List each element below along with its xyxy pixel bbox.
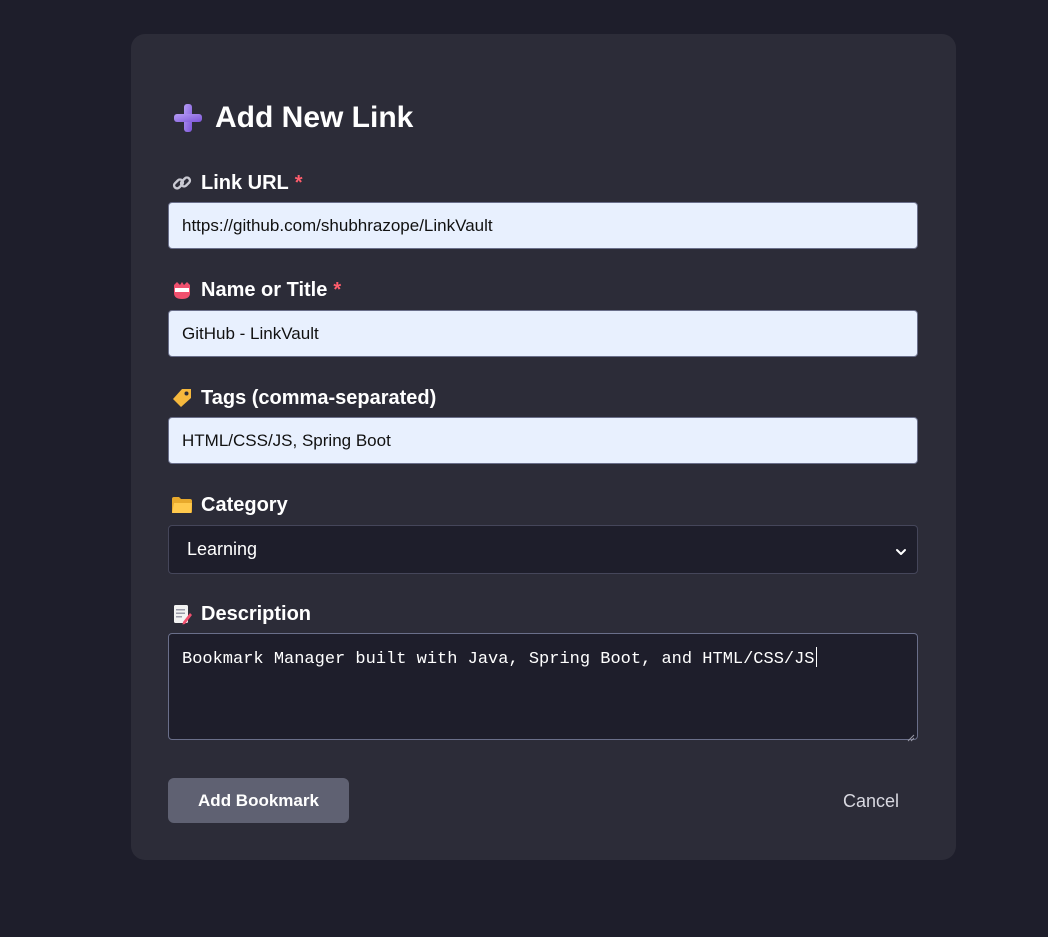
form-title: Add New Link: [171, 98, 413, 138]
description-textarea[interactable]: Bookmark Manager built with Java, Spring…: [168, 633, 918, 742]
description-label-text: Description: [201, 602, 312, 625]
tags-label-text: Tags (comma-separated): [201, 386, 437, 409]
category-label: Category: [171, 492, 288, 518]
required-marker: *: [333, 278, 342, 301]
tags-label: Tags (comma-separated): [171, 385, 436, 411]
tag-icon: [171, 387, 193, 409]
name-label: Name or Title *: [171, 277, 341, 303]
add-bookmark-button[interactable]: Add Bookmark: [168, 778, 349, 823]
tags-input-value: HTML/CSS/JS, Spring Boot: [182, 430, 391, 450]
url-input-value: https://github.com/shubhrazope/LinkVault: [182, 215, 493, 235]
category-selected-value: Learning: [187, 539, 258, 559]
text-caret: [815, 647, 817, 667]
folder-icon: [171, 494, 193, 516]
url-input[interactable]: https://github.com/shubhrazope/LinkVault: [168, 202, 918, 249]
form-title-text: Add New Link: [215, 101, 414, 134]
add-link-card: Add New Link Link URL * https://github.c…: [131, 34, 956, 860]
resize-grip-icon[interactable]: [907, 729, 915, 742]
name-input-value: GitHub - LinkVault: [182, 323, 319, 343]
category-label-text: Category: [201, 493, 288, 516]
url-label-text: Link URL: [201, 171, 289, 194]
category-select[interactable]: Learning: [168, 525, 918, 574]
tags-input[interactable]: HTML/CSS/JS, Spring Boot: [168, 417, 918, 464]
url-label: Link URL *: [171, 170, 303, 196]
description-textarea-value: Bookmark Manager built with Java, Spring…: [182, 650, 815, 669]
memo-icon: [171, 603, 193, 625]
cancel-button[interactable]: Cancel: [843, 789, 899, 813]
name-input[interactable]: GitHub - LinkVault: [168, 310, 918, 357]
link-icon: [171, 172, 193, 194]
name-badge-icon: [171, 279, 193, 301]
plus-icon: [171, 101, 205, 135]
name-label-text: Name or Title: [201, 278, 328, 301]
description-label: Description: [171, 601, 311, 627]
required-marker: *: [294, 171, 303, 194]
chevron-down-icon: [894, 543, 908, 557]
